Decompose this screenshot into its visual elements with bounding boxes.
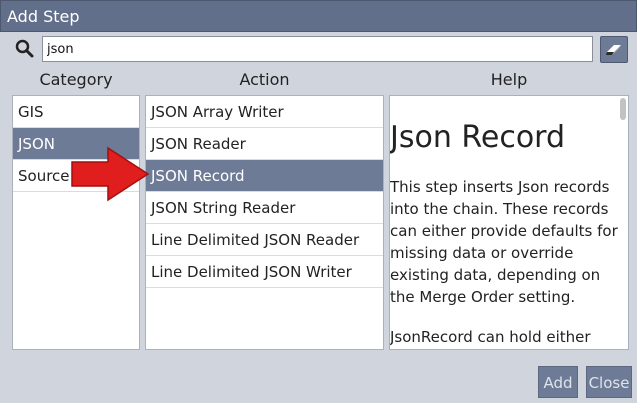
category-list: GIS JSON Source: [12, 95, 140, 350]
help-scrollbar[interactable]: [620, 98, 626, 120]
action-item-json-array-writer[interactable]: JSON Array Writer: [146, 96, 383, 128]
search-icon: [15, 39, 34, 58]
search-input[interactable]: [42, 36, 593, 62]
action-item-line-delimited-json-reader[interactable]: Line Delimited JSON Reader: [146, 224, 383, 256]
action-item-json-string-reader[interactable]: JSON String Reader: [146, 192, 383, 224]
help-header: Help: [490, 70, 528, 89]
add-button[interactable]: Add: [538, 366, 578, 398]
close-button[interactable]: Close: [586, 366, 632, 398]
help-paragraph-continued: JsonRecord can hold either: [390, 328, 591, 346]
action-item-json-reader[interactable]: JSON Reader: [146, 128, 383, 160]
red-arrow-icon: [71, 146, 150, 202]
help-title: Json Record: [390, 120, 566, 155]
action-header: Action: [239, 70, 290, 89]
window-title: Add Step: [0, 0, 637, 32]
help-panel[interactable]: Json Record This step inserts Json recor…: [389, 95, 629, 350]
action-list: JSON Array Writer JSON Reader JSON Recor…: [145, 95, 384, 350]
category-header: Category: [39, 70, 113, 89]
category-item-gis[interactable]: GIS: [13, 96, 139, 128]
help-paragraph: This step inserts Json records into the …: [390, 178, 618, 306]
action-item-line-delimited-json-writer[interactable]: Line Delimited JSON Writer: [146, 256, 383, 288]
clear-search-button[interactable]: [600, 36, 628, 63]
eraser-icon: [606, 44, 621, 55]
action-item-json-record[interactable]: JSON Record: [146, 160, 383, 192]
